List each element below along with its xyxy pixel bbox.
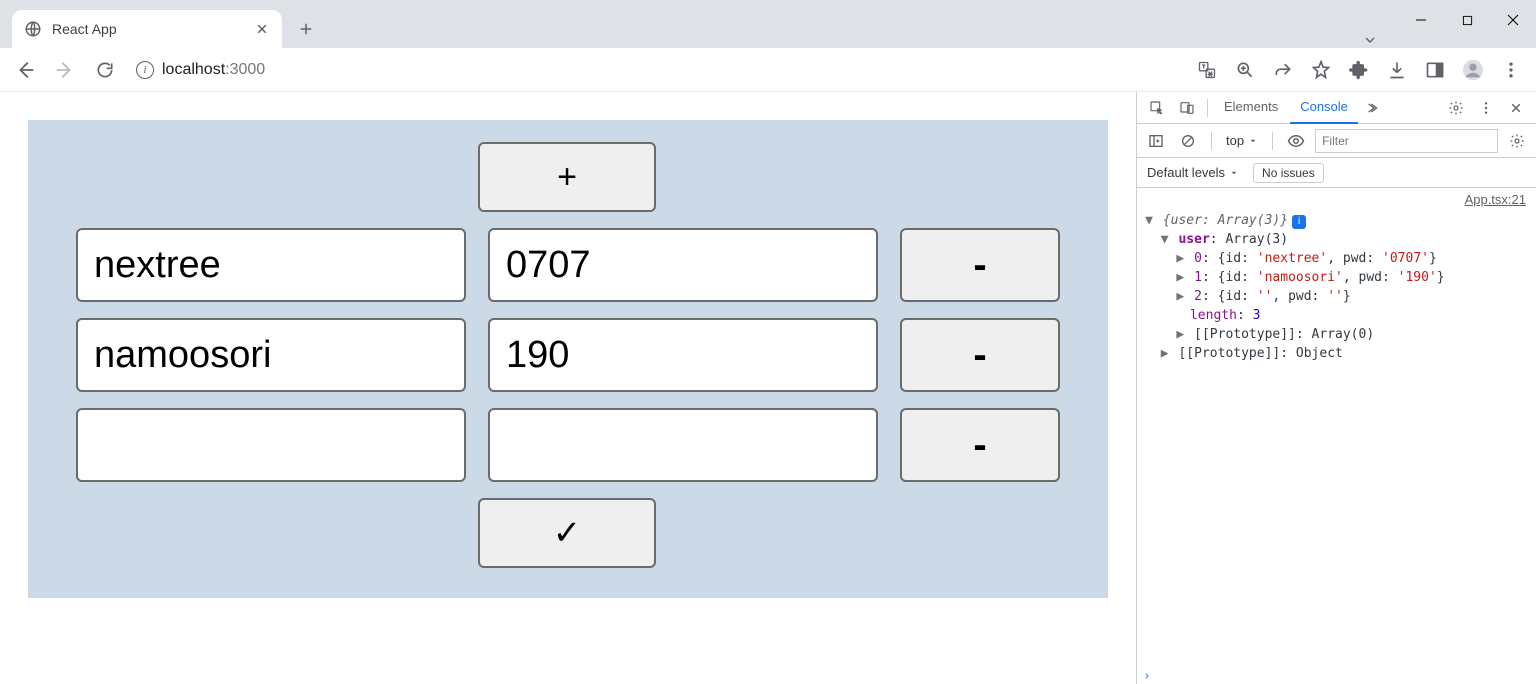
console-output[interactable]: ▼ {user: Array(3)}i ▼ user: Array(3) ▶ 0… bbox=[1137, 209, 1536, 667]
globe-icon bbox=[24, 20, 42, 38]
profile-icon[interactable] bbox=[1456, 53, 1490, 87]
id-input[interactable] bbox=[76, 228, 466, 302]
device-toggle-icon[interactable] bbox=[1173, 94, 1201, 122]
tab-search-icon[interactable] bbox=[1362, 22, 1378, 48]
tab-close-icon[interactable] bbox=[254, 21, 270, 37]
disclosure-triangle-icon[interactable]: ▼ bbox=[1159, 230, 1171, 249]
browser-tab[interactable]: React App bbox=[12, 10, 282, 48]
remove-button[interactable]: - bbox=[900, 408, 1060, 482]
disclosure-triangle-icon[interactable]: ▶ bbox=[1174, 268, 1186, 287]
context-selector[interactable]: top bbox=[1222, 133, 1262, 148]
extensions-icon[interactable] bbox=[1342, 53, 1376, 87]
zoom-icon[interactable] bbox=[1228, 53, 1262, 87]
issues-chip[interactable]: No issues bbox=[1253, 163, 1324, 183]
url-field[interactable]: i localhost:3000 bbox=[128, 53, 1184, 87]
download-icon[interactable] bbox=[1380, 53, 1414, 87]
site-info-icon[interactable]: i bbox=[136, 61, 154, 79]
remove-button[interactable]: - bbox=[900, 228, 1060, 302]
clear-console-icon[interactable] bbox=[1175, 128, 1201, 154]
app-panel: + - - - ✓ bbox=[28, 120, 1108, 598]
address-bar: i localhost:3000 bbox=[0, 48, 1536, 92]
window-controls bbox=[1398, 0, 1536, 48]
tab-title: React App bbox=[52, 21, 244, 37]
more-tabs-icon[interactable] bbox=[1360, 94, 1388, 122]
inspect-icon[interactable] bbox=[1143, 94, 1171, 122]
add-button[interactable]: + bbox=[478, 142, 656, 212]
submit-button[interactable]: ✓ bbox=[478, 498, 656, 568]
tab-console[interactable]: Console bbox=[1290, 92, 1358, 124]
disclosure-triangle-icon[interactable]: ▶ bbox=[1174, 249, 1186, 268]
disclosure-triangle-icon[interactable]: ▶ bbox=[1174, 287, 1186, 306]
url-text: localhost:3000 bbox=[162, 61, 265, 79]
pwd-input[interactable] bbox=[488, 408, 878, 482]
devtools-menu-icon[interactable] bbox=[1472, 94, 1500, 122]
menu-icon[interactable] bbox=[1494, 53, 1528, 87]
disclosure-triangle-icon[interactable]: ▶ bbox=[1159, 344, 1171, 363]
live-expression-icon[interactable] bbox=[1283, 128, 1309, 154]
translate-icon[interactable] bbox=[1190, 53, 1224, 87]
info-badge-icon[interactable]: i bbox=[1292, 215, 1306, 229]
tab-elements[interactable]: Elements bbox=[1214, 92, 1288, 124]
form-row: - bbox=[28, 220, 1108, 310]
disclosure-triangle-icon[interactable]: ▼ bbox=[1143, 211, 1155, 230]
page-viewport[interactable]: + - - - ✓ bbox=[0, 92, 1136, 684]
pwd-input[interactable] bbox=[488, 228, 878, 302]
bookmark-icon[interactable] bbox=[1304, 53, 1338, 87]
remove-button[interactable]: - bbox=[900, 318, 1060, 392]
console-sidebar-icon[interactable] bbox=[1143, 128, 1169, 154]
new-tab-button[interactable] bbox=[292, 15, 320, 43]
console-filter-input[interactable] bbox=[1315, 129, 1498, 153]
log-levels-selector[interactable]: Default levels bbox=[1143, 165, 1243, 180]
sidepanel-icon[interactable] bbox=[1418, 53, 1452, 87]
close-window-button[interactable] bbox=[1490, 4, 1536, 36]
devtools-close-icon[interactable] bbox=[1502, 94, 1530, 122]
form-row: - bbox=[28, 400, 1108, 490]
id-input[interactable] bbox=[76, 408, 466, 482]
gear-icon[interactable] bbox=[1442, 94, 1470, 122]
form-row: - bbox=[28, 310, 1108, 400]
pwd-input[interactable] bbox=[488, 318, 878, 392]
back-button[interactable] bbox=[8, 53, 42, 87]
reload-button[interactable] bbox=[88, 53, 122, 87]
disclosure-triangle-icon[interactable]: ▶ bbox=[1174, 325, 1186, 344]
forward-button[interactable] bbox=[48, 53, 82, 87]
share-icon[interactable] bbox=[1266, 53, 1300, 87]
console-settings-icon[interactable] bbox=[1504, 128, 1530, 154]
browser-titlebar: React App bbox=[0, 0, 1536, 48]
source-link[interactable]: App.tsx:21 bbox=[1465, 192, 1526, 207]
devtools-panel: Elements Console top Default levels No i… bbox=[1136, 92, 1536, 684]
console-prompt[interactable]: › bbox=[1137, 667, 1536, 684]
maximize-button[interactable] bbox=[1444, 4, 1490, 36]
id-input[interactable] bbox=[76, 318, 466, 392]
minimize-button[interactable] bbox=[1398, 4, 1444, 36]
